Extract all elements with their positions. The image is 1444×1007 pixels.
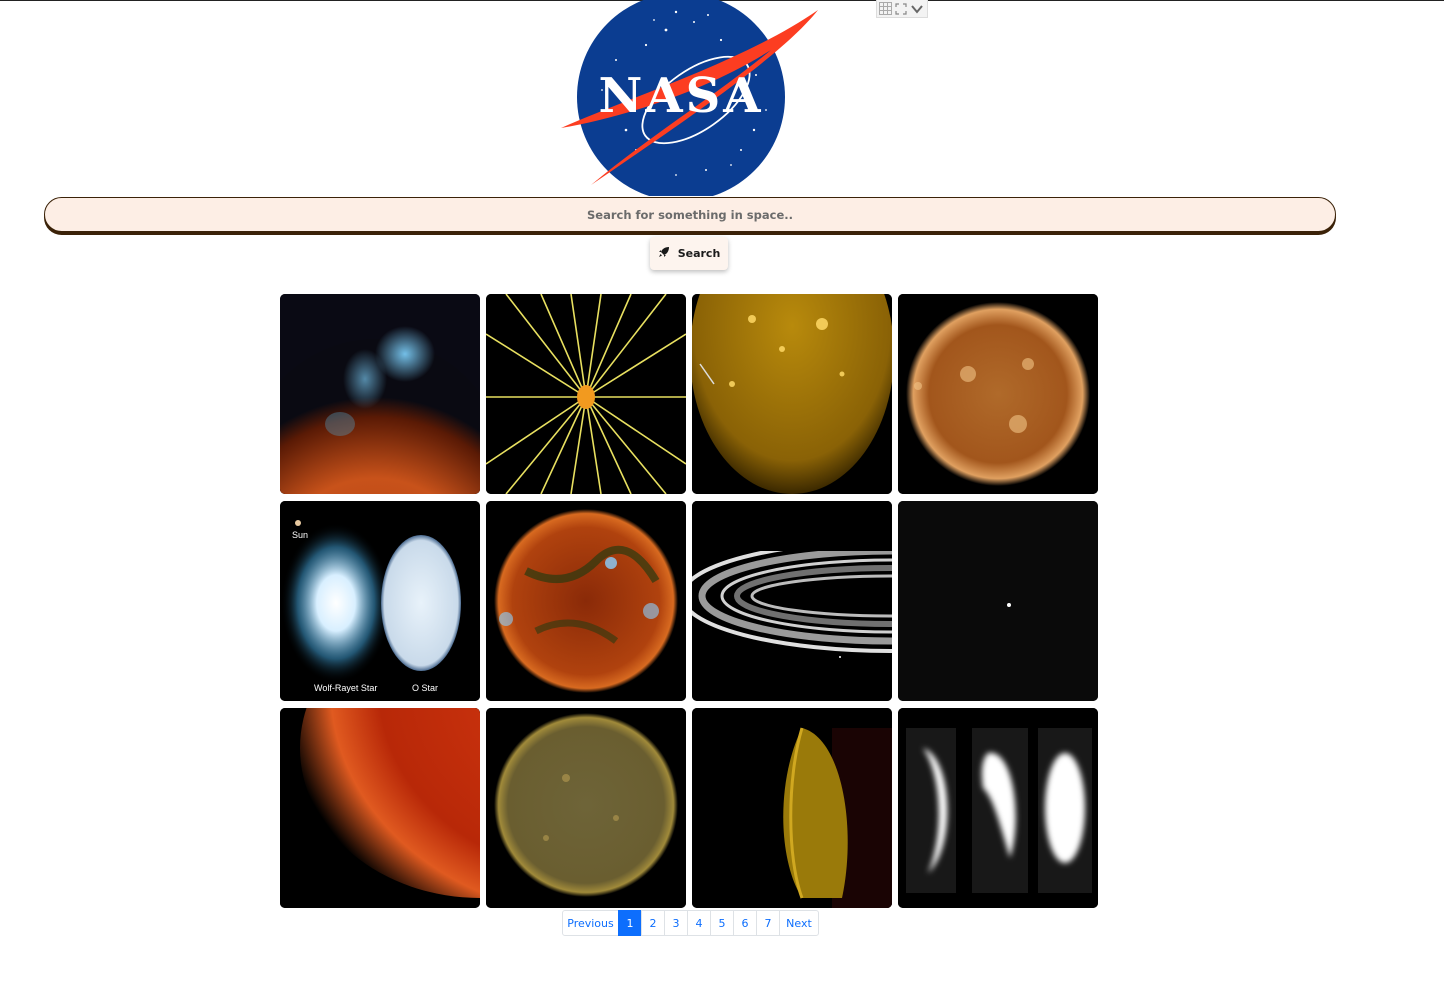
pagination: Previous 1 2 3 4 5 6 7 Next [562,910,819,936]
toolbar-widget[interactable] [876,0,928,18]
sun-olive-disk-image[interactable] [486,708,686,908]
sun-field-lines-diagram-image[interactable] [486,294,686,494]
sun-label: Sun [292,530,308,540]
pagination-page-1[interactable]: 1 [618,910,642,936]
sun-crescent-gold-image[interactable] [692,708,892,908]
grid-icon[interactable] [879,2,892,15]
sun-orange-full-disk-image[interactable] [898,294,1098,494]
pagination-page-5[interactable]: 5 [710,910,734,936]
dark-sky-point-image[interactable] [898,501,1098,701]
saturn-rings-image[interactable] [692,501,892,701]
rocket-icon [658,246,670,261]
white-crescent-sequence-image[interactable] [898,708,1098,908]
search-button-label: Search [677,247,721,260]
pagination-page-2[interactable]: 2 [641,910,665,936]
o-star-label: O Star [412,683,438,693]
search-button[interactable]: Search [650,237,728,270]
sun-red-limb-image[interactable] [280,708,480,908]
pagination-page-6[interactable]: 6 [733,910,757,936]
search-input[interactable] [44,197,1336,232]
nasa-logo: NASA [556,0,821,201]
nasa-logo-text: NASA [598,68,763,124]
pagination-page-3[interactable]: 3 [664,910,688,936]
sun-xray-nustar-image[interactable] [280,294,480,494]
pagination-next[interactable]: Next [779,910,819,936]
pagination-page-4[interactable]: 4 [687,910,711,936]
sun-multiwavelength-image[interactable] [486,501,686,701]
image-gallery: Sun Wolf-Rayet Star O Star [280,294,1100,908]
pagination-previous[interactable]: Previous [562,910,619,936]
pagination-page-7[interactable]: 7 [756,910,780,936]
sun-gold-closeup-image[interactable] [692,294,892,494]
chevron-down-icon[interactable] [910,3,924,15]
wolf-rayet-o-star-comparison-image[interactable]: Sun Wolf-Rayet Star O Star [280,501,480,701]
wolf-rayet-label: Wolf-Rayet Star [314,683,377,693]
expand-icon[interactable] [895,2,907,15]
